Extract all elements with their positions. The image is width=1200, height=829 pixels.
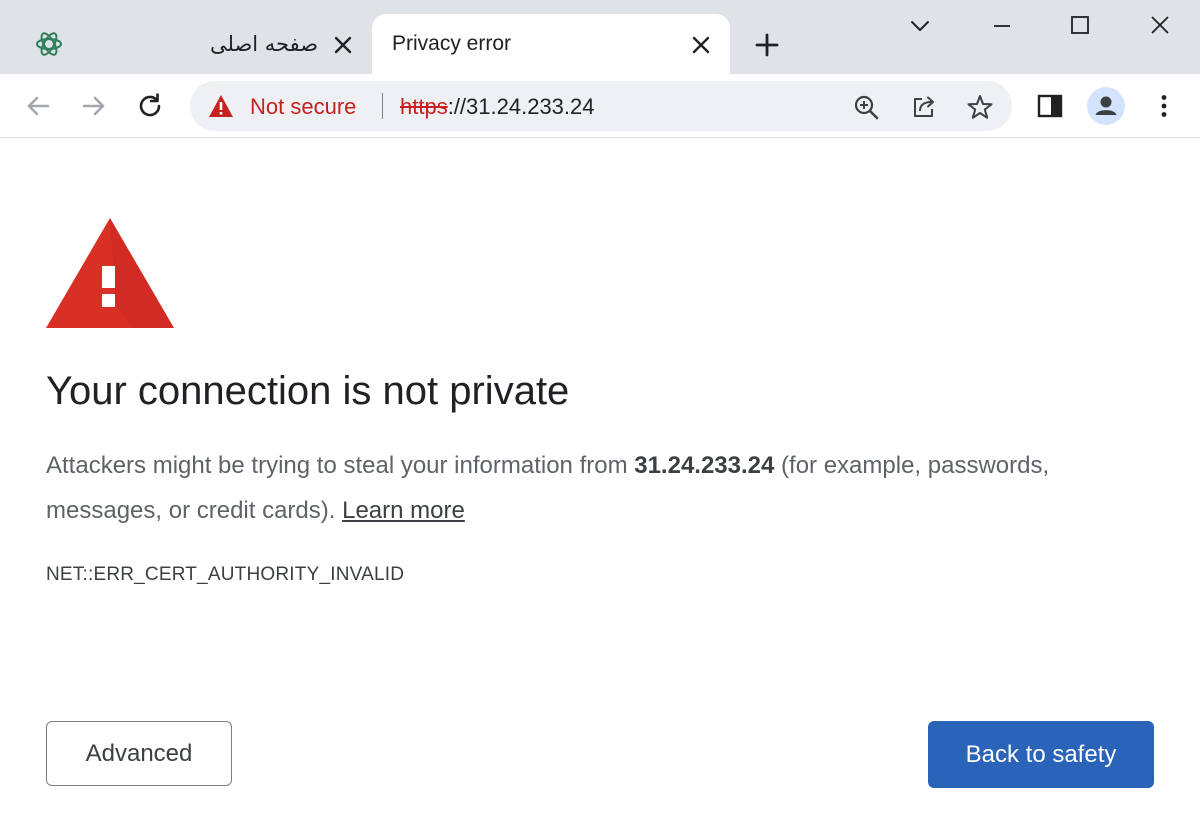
host-name: 31.24.233.24 <box>634 452 775 479</box>
advanced-button[interactable]: Advanced <box>46 721 232 786</box>
back-to-safety-button[interactable]: Back to safety <box>928 721 1154 788</box>
omnibox-divider <box>382 93 383 119</box>
tab-home[interactable]: صفحه اصلی <box>200 22 365 68</box>
minimize-icon[interactable] <box>984 8 1020 44</box>
url-text[interactable]: https://31.24.233.24 <box>400 94 595 120</box>
back-icon[interactable] <box>22 90 54 122</box>
forward-icon[interactable] <box>78 90 110 122</box>
menu-icon[interactable] <box>1148 90 1180 122</box>
side-panel-icon[interactable] <box>1034 90 1066 122</box>
tab-title: Privacy error <box>392 32 512 55</box>
profile-avatar[interactable] <box>1087 87 1125 125</box>
browser-toolbar: Not secure https://31.24.233.24 <box>0 74 1200 138</box>
not-secure-warning-icon[interactable] <box>208 94 234 118</box>
tab-search-icon[interactable] <box>902 8 938 44</box>
close-tab-icon[interactable] <box>690 34 712 56</box>
explanation-text: Attackers might be trying to steal your … <box>46 443 1146 533</box>
close-icon[interactable] <box>1142 8 1178 44</box>
plus-icon[interactable] <box>752 30 782 60</box>
reload-icon[interactable] <box>134 90 166 122</box>
close-tab-icon[interactable] <box>332 34 354 56</box>
share-icon[interactable] <box>910 93 938 121</box>
maximize-icon[interactable] <box>1062 8 1098 44</box>
warning-triangle-icon <box>46 218 174 328</box>
page-heading: Your connection is not private <box>46 369 570 413</box>
url-scheme: https <box>400 94 448 119</box>
tab-strip: صفحه اصلی Privacy error <box>0 0 1200 76</box>
learn-more-link[interactable]: Learn more <box>342 497 465 524</box>
error-code: NET::ERR_CERT_AUTHORITY_INVALID <box>46 564 405 585</box>
site-favicon-icon[interactable] <box>34 29 64 59</box>
tab-title: صفحه اصلی <box>210 32 319 56</box>
profile-icon <box>1095 96 1117 115</box>
not-secure-label[interactable]: Not secure <box>250 94 356 120</box>
explanation-before: Attackers might be trying to steal your … <box>46 452 635 479</box>
address-bar[interactable]: Not secure https://31.24.233.24 <box>190 81 1012 131</box>
tab-privacy-error[interactable]: Privacy error <box>372 14 730 76</box>
zoom-icon[interactable] <box>852 93 880 121</box>
bookmark-star-icon[interactable] <box>966 93 994 121</box>
url-host: ://31.24.233.24 <box>447 94 595 119</box>
